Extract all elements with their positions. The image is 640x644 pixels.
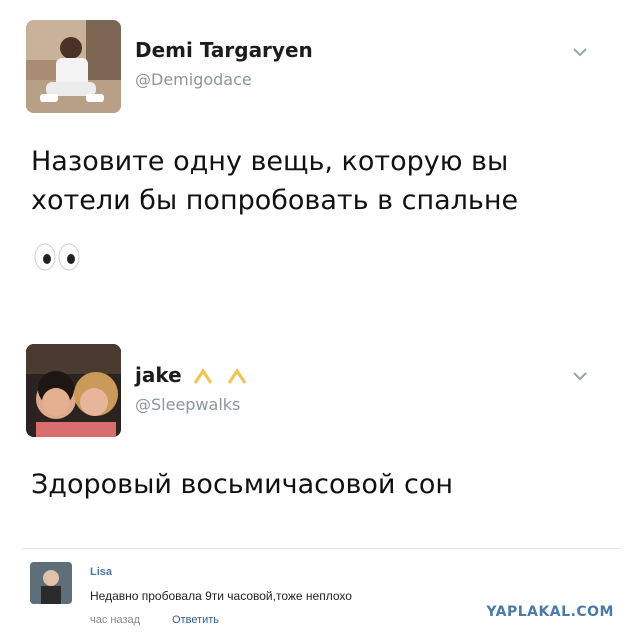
chevron-down-icon[interactable]: [572, 47, 588, 57]
avatar-image: [26, 344, 121, 437]
watermark: YAPLAKAL.COM: [486, 604, 614, 620]
comment-time: час назад: [90, 614, 141, 626]
avatar[interactable]: [26, 20, 121, 113]
avatar-image: [26, 20, 121, 113]
tweet-text-line-2: хотели бы попробовать в спальне: [31, 185, 519, 216]
tweet-2: jake @Sleepwalks Здоровый восьмичасовой …: [0, 330, 640, 530]
comment-author[interactable]: Lisa: [90, 566, 112, 578]
divider: [22, 548, 620, 549]
tweet-text-line-1: Назовите одну вещь, которую вы: [31, 146, 509, 177]
author-handle[interactable]: @Sleepwalks: [135, 395, 240, 414]
author-name[interactable]: Demi Targaryen: [135, 38, 313, 62]
author-name-text: jake: [135, 363, 182, 387]
chevron-down-icon[interactable]: [572, 371, 588, 381]
raised-hands-emoji-icon: [193, 367, 246, 384]
eyes-emoji-icon: [34, 243, 80, 271]
tweet-1: Demi Targaryen @Demigodace Назовите одну…: [0, 0, 640, 300]
comment: Lisa Недавно пробовала 9ти часовой,тоже …: [0, 552, 640, 644]
comment-text: Недавно пробовала 9ти часовой,тоже непло…: [90, 589, 352, 603]
tweet-text-line-1: Здоровый восьмичасовой сон: [31, 469, 454, 500]
avatar[interactable]: [26, 344, 121, 437]
reply-link[interactable]: Ответить: [172, 614, 219, 626]
author-name[interactable]: jake: [135, 363, 251, 387]
author-handle[interactable]: @Demigodace: [135, 70, 252, 89]
comment-avatar[interactable]: [30, 562, 72, 604]
